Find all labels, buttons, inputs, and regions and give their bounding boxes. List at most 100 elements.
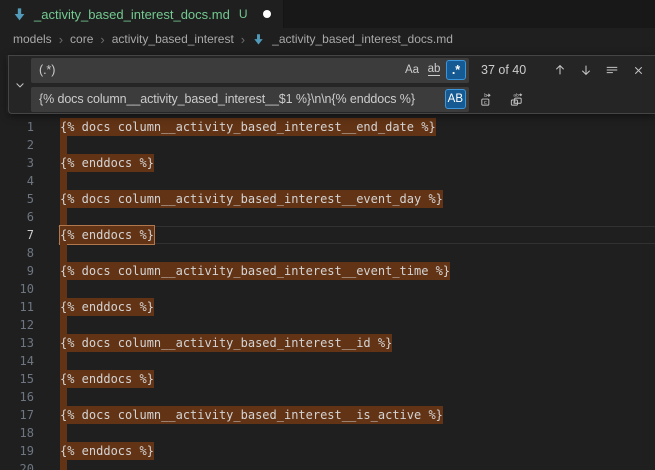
line-content: {% enddocs %} <box>60 226 154 244</box>
line-number: 4 <box>0 172 34 190</box>
code-line[interactable]: 4 <box>0 172 655 190</box>
line-number: 9 <box>0 262 34 280</box>
code-line[interactable]: 1 {% docs column__activity_based_interes… <box>0 118 655 136</box>
find-in-selection-button[interactable] <box>601 59 623 81</box>
replace-value: {% docs column__activity_based_interest_… <box>39 92 443 106</box>
code-line[interactable]: 17 {% docs column__activity_based_intere… <box>0 406 655 424</box>
replace-button[interactable]: b c <box>475 88 497 110</box>
gutter-space <box>34 424 60 442</box>
code-line[interactable]: 8 <box>0 244 655 262</box>
code-line[interactable]: 14 <box>0 352 655 370</box>
markdown-file-icon <box>252 33 265 46</box>
line-content <box>60 208 67 226</box>
find-match-highlight <box>60 280 67 298</box>
preserve-case-toggle[interactable]: AB <box>445 89 466 109</box>
gutter-space <box>34 442 60 460</box>
gutter-space <box>34 388 60 406</box>
code-line[interactable]: 16 <box>0 388 655 406</box>
find-match-highlight: {% enddocs %} <box>60 370 154 388</box>
line-number: 11 <box>0 298 34 316</box>
line-number: 19 <box>0 442 34 460</box>
code-line[interactable]: 18 <box>0 424 655 442</box>
close-find-widget-button[interactable] <box>627 59 649 81</box>
line-number: 20 <box>0 460 34 470</box>
code-line[interactable]: 11 {% enddocs %} <box>0 298 655 316</box>
tab-activity-based-interest-docs[interactable]: _activity_based_interest_docs.md U <box>0 0 284 28</box>
breadcrumb-item-activity-based-interest[interactable]: activity_based_interest <box>112 32 234 46</box>
breadcrumb-item-file[interactable]: _activity_based_interest_docs.md <box>272 32 453 46</box>
find-match-highlight <box>60 208 67 226</box>
code-line[interactable]: 6 <box>0 208 655 226</box>
gutter-space <box>34 172 60 190</box>
find-match-highlight <box>60 172 67 190</box>
code-line[interactable]: 12 <box>0 316 655 334</box>
line-content: {% enddocs %} <box>60 154 154 172</box>
find-match-highlight <box>60 424 67 442</box>
code-line[interactable]: 15 {% enddocs %} <box>0 370 655 388</box>
code-lines[interactable]: 1 {% docs column__activity_based_interes… <box>0 118 655 470</box>
code-line[interactable]: 19 {% enddocs %} <box>0 442 655 460</box>
find-input[interactable]: (.*) Aa ab .* <box>31 58 469 83</box>
line-content <box>60 352 67 370</box>
breadcrumb-item-core[interactable]: core <box>70 32 93 46</box>
previous-match-button[interactable] <box>549 59 571 81</box>
replace-input[interactable]: {% docs column__activity_based_interest_… <box>31 87 469 112</box>
code-line[interactable]: 9 {% docs column__activity_based_interes… <box>0 262 655 280</box>
gutter-space <box>34 208 60 226</box>
find-match-highlight: {% enddocs %} <box>60 298 154 316</box>
find-match-highlight: {% docs column__activity_based_interest_… <box>60 334 392 352</box>
gutter-space <box>34 154 60 172</box>
line-number: 14 <box>0 352 34 370</box>
match-case-toggle[interactable]: Aa <box>402 60 422 80</box>
line-content: {% enddocs %} <box>60 298 154 316</box>
svg-text:b: b <box>484 93 487 99</box>
line-number: 10 <box>0 280 34 298</box>
code-line[interactable]: 3 {% enddocs %} <box>0 154 655 172</box>
match-count: 37 of 40 <box>481 63 526 77</box>
gutter-space <box>34 190 60 208</box>
arrow-down-icon <box>579 63 593 77</box>
next-match-button[interactable] <box>575 59 597 81</box>
line-number: 2 <box>0 136 34 154</box>
find-match-highlight <box>60 316 67 334</box>
gutter-space <box>34 262 60 280</box>
code-line[interactable]: 5 {% docs column__activity_based_interes… <box>0 190 655 208</box>
replace-row: {% docs column__activity_based_interest_… <box>31 87 649 112</box>
gutter-space <box>34 136 60 154</box>
line-content <box>60 280 67 298</box>
replace-all-button[interactable]: ab c <box>505 88 527 110</box>
editor-pane: (.*) Aa ab .* 37 of 40 <box>0 50 655 470</box>
vscode-window: _activity_based_interest_docs.md U model… <box>0 0 655 470</box>
toggle-replace-chevron[interactable] <box>9 56 31 113</box>
line-number: 3 <box>0 154 34 172</box>
code-line[interactable]: 20 <box>0 460 655 470</box>
line-content <box>60 316 67 334</box>
whole-word-toggle[interactable]: ab <box>424 60 444 80</box>
gutter-space <box>34 226 60 244</box>
code-line[interactable]: 10 <box>0 280 655 298</box>
find-match-highlight <box>60 388 67 406</box>
code-line[interactable]: 7 {% enddocs %} <box>0 226 655 244</box>
gutter-space <box>34 334 60 352</box>
breadcrumb: models › core › activity_based_interest … <box>0 28 655 50</box>
line-content: {% enddocs %} <box>60 370 154 388</box>
gutter-space <box>34 352 60 370</box>
regex-toggle[interactable]: .* <box>446 60 466 80</box>
code-line[interactable]: 13 {% docs column__activity_based_intere… <box>0 334 655 352</box>
code-line[interactable]: 2 <box>0 136 655 154</box>
find-match-highlight: {% docs column__activity_based_interest_… <box>60 118 436 136</box>
unsaved-changes-dot[interactable] <box>263 10 271 18</box>
line-content: {% docs column__activity_based_interest_… <box>60 190 443 208</box>
find-match-highlight <box>60 460 67 470</box>
line-content: {% docs column__activity_based_interest_… <box>60 262 450 280</box>
line-content: {% docs column__activity_based_interest_… <box>60 334 392 352</box>
line-number: 6 <box>0 208 34 226</box>
gutter-space <box>34 406 60 424</box>
find-match-highlight: {% enddocs %} <box>60 154 154 172</box>
gutter-space <box>34 244 60 262</box>
find-match-highlight: {% docs column__activity_based_interest_… <box>60 262 450 280</box>
find-match-highlight <box>60 352 67 370</box>
line-number: 5 <box>0 190 34 208</box>
breadcrumb-item-models[interactable]: models <box>13 32 52 46</box>
line-number: 8 <box>0 244 34 262</box>
